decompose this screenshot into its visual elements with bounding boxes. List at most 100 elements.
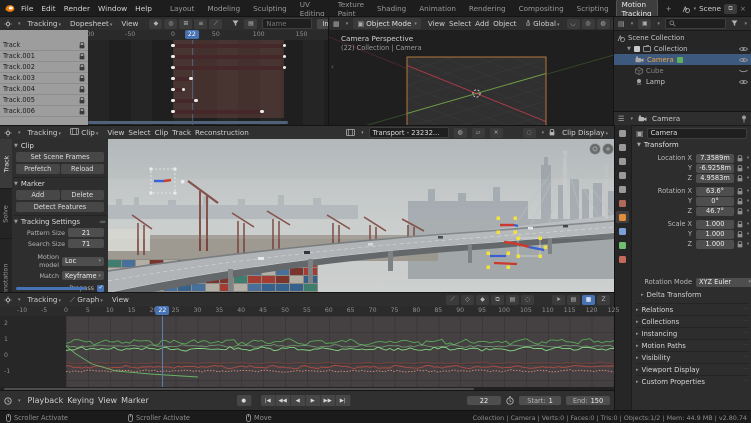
current-frame-field[interactable]: 22 [467,396,501,405]
proportional-edit-icon[interactable]: ◎ [164,18,178,29]
filter-funnel-icon[interactable] [731,20,738,27]
channel-row[interactable]: Track.006 [0,106,88,117]
prefetch-button[interactable]: Prefetch [16,164,60,174]
animate-dot[interactable]: • [746,164,750,172]
fcurve[interactable] [65,361,614,365]
lock-icon[interactable] [79,41,85,49]
rotation-mode-dropdown[interactable]: XYZ Euler ▾ [696,277,751,287]
new-scene-button[interactable]: ⧉ [724,3,738,14]
stopwatch-icon[interactable] [506,396,514,405]
menu-keying[interactable]: Keying [65,396,96,405]
onion-skin-icon[interactable]: ◌ [522,127,536,138]
motion-model-dropdown[interactable]: Loc ▾ [62,256,104,266]
lock-icon[interactable] [737,164,743,172]
graph-current-frame-line[interactable] [162,316,163,387]
outliner-row-camera[interactable]: Camera [614,54,751,65]
proportional-icon[interactable]: ◎ [581,18,595,29]
transform-value-field[interactable]: 7.3589m [696,153,734,163]
mode-dropdown[interactable]: ▣ Object Mode ▾ [353,18,421,29]
ghost-curve-icon[interactable]: ◌ [521,294,534,305]
transform-value-field[interactable]: 1.000 [696,239,734,249]
clip-mode-dropdown[interactable]: Clip▾ [68,128,100,137]
keyframe-bar[interactable] [173,43,285,48]
menu-view[interactable]: View [96,396,119,405]
interpolation-icon[interactable]: ⟋ [209,18,223,29]
workspace-tab-compositing[interactable]: Compositing [513,3,570,14]
lock-icon[interactable] [549,129,555,136]
outliner-row-collection[interactable]: ▼ Collection [614,43,751,54]
object-name-field[interactable]: Camera [646,127,747,139]
lock-icon[interactable] [79,85,85,93]
tracking-context-dropdown[interactable]: Tracking▾ [26,128,63,137]
properties-tab-view-layer[interactable] [616,169,629,181]
properties-tab-scene[interactable] [616,183,629,195]
properties-tab-constraints[interactable] [616,225,629,237]
unlink-clip-button[interactable]: × [489,127,503,138]
show-only-selected-icon[interactable]: ▤ [567,294,580,305]
display-mode-icon[interactable]: ▣ [638,18,652,29]
transform-value-field[interactable]: 63.6° [696,186,734,196]
lock-icon[interactable] [737,240,743,248]
keyframe-dot[interactable] [189,76,193,81]
keyframe-bar[interactable] [173,54,285,59]
menu-view[interactable]: View [426,19,447,28]
keyframe-dot[interactable] [194,98,198,103]
workspace-tab-motion-tracking[interactable]: Motion Tracking [615,0,658,19]
keyframe-dot[interactable] [171,54,175,59]
channel-row[interactable]: Track.003 [0,73,88,84]
prev-keyframe-button[interactable]: ◀◀ [275,395,291,406]
animate-dot[interactable]: • [746,197,750,205]
menu-reconstruction[interactable]: Reconstruction [193,128,251,137]
keyframe-dot[interactable] [171,87,175,92]
lock-icon[interactable] [737,187,743,195]
add-marker-button[interactable]: Add [16,190,60,200]
transform-panel-header[interactable]: ▼ Transform [636,141,679,149]
lock-icon[interactable] [79,63,85,71]
only-selected-icon[interactable]: ▤ [244,18,258,29]
orientation-dropdown[interactable]: ⛢ Global▾ [524,19,562,28]
open-clip-button[interactable]: ▱ [471,127,485,138]
lock-icon[interactable] [79,96,85,104]
eye-open-icon[interactable] [739,57,748,63]
properties-tab-world[interactable] [616,197,629,209]
tool-panel-scrollbar[interactable] [16,287,86,290]
menu-view[interactable]: View [105,128,126,137]
tracking-context-dropdown[interactable]: Tracking▾ [26,295,63,304]
workspace-tab-texture-paint[interactable]: Texture Paint [332,0,370,19]
editor-type-icon[interactable] [4,129,12,137]
editor-type-icon[interactable]: ▤ [618,19,625,28]
collection-checkbox[interactable] [633,45,640,52]
match-dropdown[interactable]: Keyframe ▾ [62,271,104,280]
workspace-tab-rendering[interactable]: Rendering [463,3,512,14]
filter-funnel-icon[interactable] [232,20,239,27]
name-filter-input[interactable] [262,18,313,29]
workspace-tab-scripting[interactable]: Scripting [571,3,615,14]
keyframe-bar[interactable] [173,109,263,114]
panel-relations[interactable]: ▸ Relations ·· [636,303,749,315]
snap-magnet-icon[interactable]: ◡ [566,18,580,29]
app-menu-render[interactable]: Render [60,4,94,13]
search-size-field[interactable]: 71 [68,239,104,248]
workspace-tab-modeling[interactable]: Modeling [201,3,246,14]
end-frame-field[interactable]: End: 150 [566,396,610,405]
add-workspace-button[interactable]: + [660,3,678,14]
lock-icon[interactable] [79,107,85,115]
overlays-icon[interactable]: ◍ [596,18,610,29]
detect-features-button[interactable]: Detect Features [16,202,104,212]
snap-icon[interactable]: ◆ [476,294,489,305]
outliner-row-lamp[interactable]: Lamp [614,76,751,87]
clip-name-field[interactable]: Transport - 23232... [368,127,449,138]
scene-selector[interactable]: ▾ Scene ⧉ × [682,3,746,14]
menu-track[interactable]: Track [170,128,193,137]
current-frame-indicator[interactable]: 22 [155,306,170,315]
lock-icon[interactable] [737,154,743,162]
clip-tab-solve[interactable]: Solve [0,189,12,239]
clip-display-dropdown[interactable]: Clip Display▾ [560,128,610,137]
record-button[interactable]: ● [236,395,252,406]
start-frame-field[interactable]: Start: 1 [519,396,561,405]
copy-keyframes-icon[interactable]: ≡ [194,18,208,29]
keyframe-dot[interactable] [171,43,175,48]
channel-row[interactable]: Track.004 [0,84,88,95]
unlink-scene-button[interactable]: × [740,5,746,13]
app-menu-edit[interactable]: Edit [37,4,59,13]
